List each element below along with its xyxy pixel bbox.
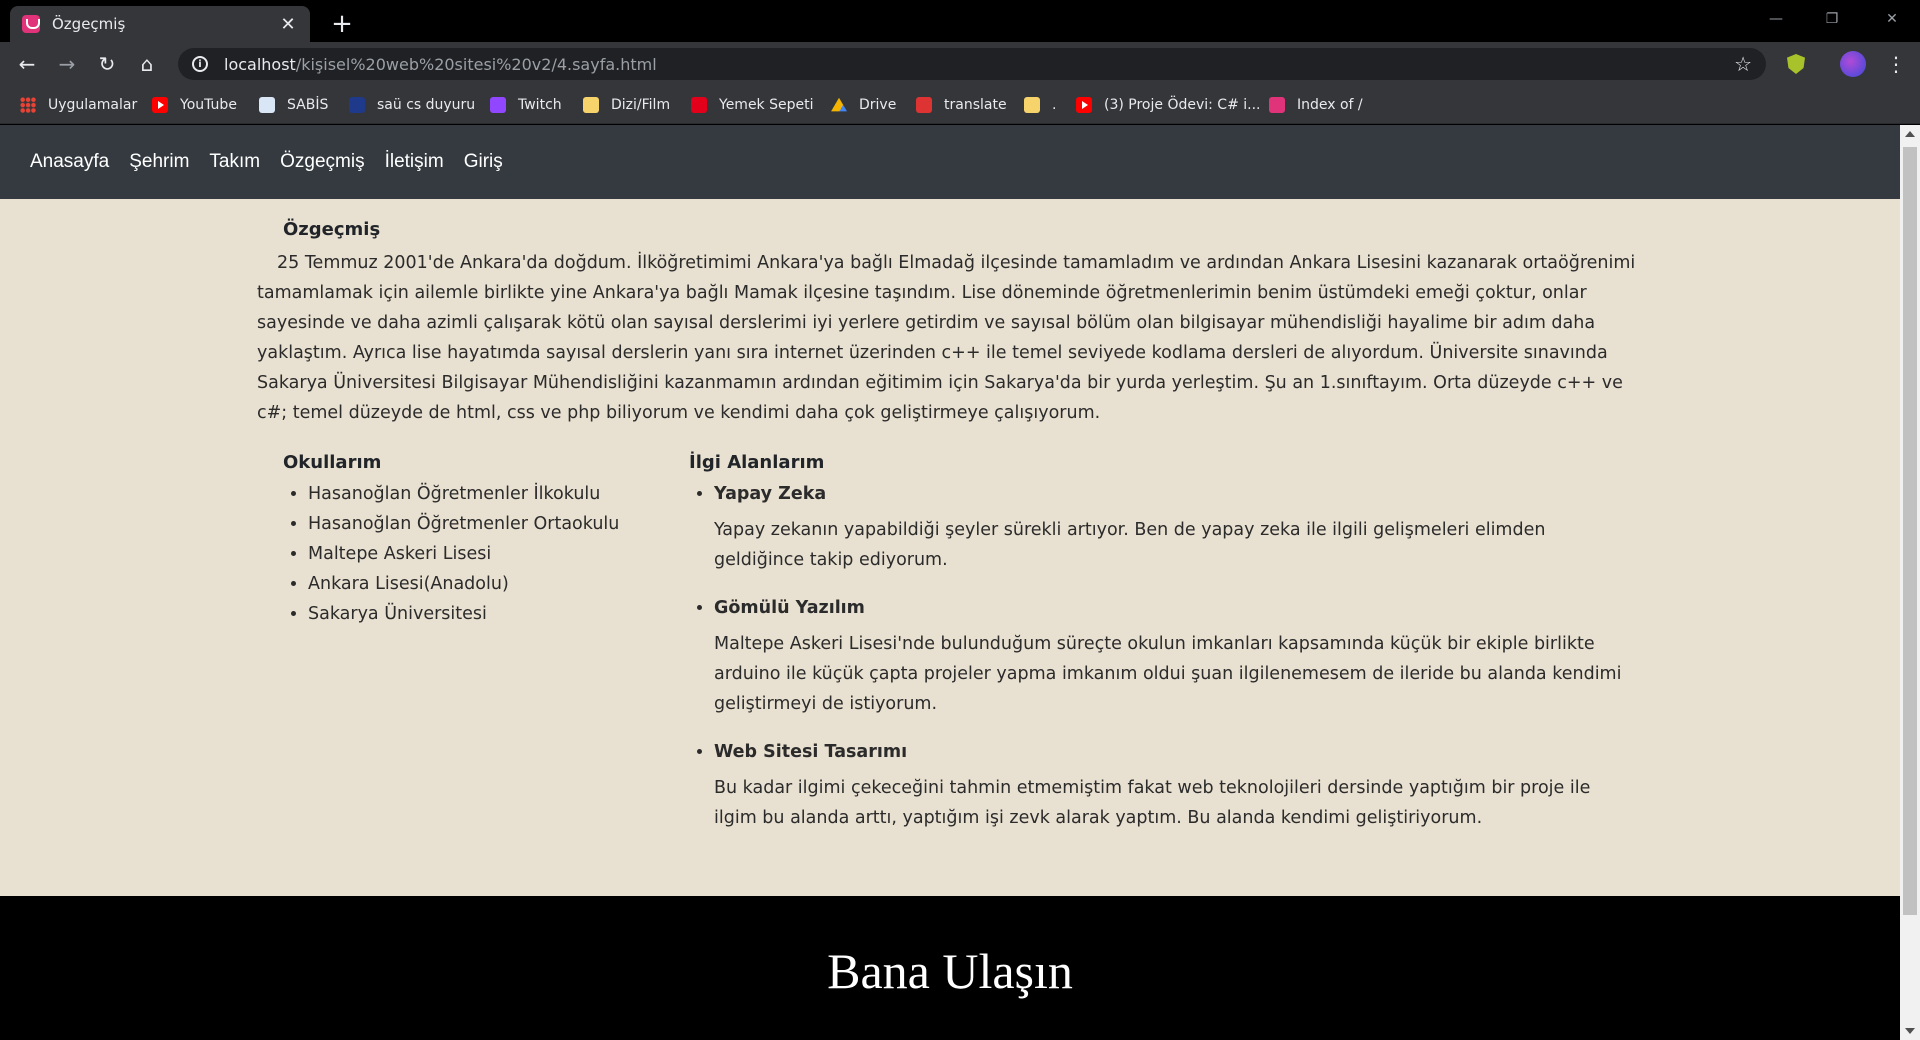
bio-paragraph: 25 Temmuz 2001'de Ankara'da doğdum. İlkö… [257, 253, 1636, 423]
interest-description: Bu kadar ilgimi çekeceğini tahmin etmemi… [714, 778, 1591, 828]
close-tab-icon[interactable]: ✕ [278, 14, 298, 35]
scrollbar-thumb[interactable] [1903, 147, 1917, 915]
folder-icon [1024, 97, 1040, 113]
page-scrollbar[interactable] [1900, 125, 1920, 1040]
interests-list: Yapay Zeka Yapay zekanın yapabildiği şey… [689, 479, 1637, 833]
sau-logo-icon [349, 97, 365, 113]
nav-link-iletisim[interactable]: İletişim [385, 151, 444, 173]
address-bar[interactable]: i localhost/kişisel%20web%20sitesi%20v2/… [178, 48, 1766, 80]
interest-description: Yapay zekanın yapabildiği şeyler sürekli… [714, 520, 1546, 570]
interest-description: Maltepe Askeri Lisesi'nde bulunduğum sür… [714, 634, 1622, 714]
schools-section: Okullarım Hasanoğlan Öğretmenler İlkokul… [257, 452, 689, 851]
home-button[interactable]: ⌂ [132, 49, 162, 79]
browser-toolbar: ← → ↻ ⌂ i localhost/kişisel%20web%20site… [0, 42, 1920, 86]
bookmark-youtube[interactable]: YouTube [152, 94, 237, 116]
restore-button[interactable]: ❐ [1804, 0, 1860, 38]
bookmark-index-of[interactable]: Index of / [1269, 94, 1363, 116]
interest-title: Web Sitesi Tasarımı [714, 742, 908, 762]
apps-grid-icon [20, 97, 36, 113]
twitch-icon [490, 97, 506, 113]
contact-footer: Bana Ulaşın [0, 896, 1900, 1040]
bookmark-sabis[interactable]: SABİS [259, 94, 328, 116]
forward-button[interactable]: → [52, 49, 82, 79]
new-tab-button[interactable]: + [324, 6, 360, 42]
translate-icon [916, 97, 932, 113]
interest-title: Gömülü Yazılım [714, 598, 865, 618]
youtube-icon [1076, 97, 1092, 113]
back-button[interactable]: ← [12, 49, 42, 79]
nav-link-anasayfa[interactable]: Anasayfa [30, 151, 109, 173]
scroll-up-icon[interactable] [1905, 131, 1915, 137]
schools-list: Hasanoğlan Öğretmenler İlkokulu Hasanoğl… [283, 479, 689, 629]
tab-strip: Özgeçmiş ✕ + — ❐ ✕ [0, 0, 1920, 42]
nav-link-ozgecmis[interactable]: Özgeçmiş [280, 151, 364, 173]
folder-icon [583, 97, 599, 113]
profile-avatar[interactable] [1840, 51, 1866, 77]
site-info-icon[interactable]: i [192, 56, 208, 72]
reload-button[interactable]: ↻ [92, 49, 122, 79]
list-item: Hasanoğlan Öğretmenler İlkokulu [308, 479, 689, 509]
extension-shield-icon[interactable] [1787, 54, 1805, 74]
interest-item: Gömülü Yazılım Maltepe Askeri Lisesi'nde… [714, 593, 1637, 719]
interest-title: Yapay Zeka [714, 484, 827, 504]
schools-heading: Okullarım [283, 452, 382, 473]
bio-heading: Özgeçmiş [283, 219, 381, 240]
bookmark-dot-folder[interactable]: . [1024, 94, 1056, 116]
nav-link-giris[interactable]: Giriş [464, 151, 503, 173]
list-item: Sakarya Üniversitesi [308, 599, 689, 629]
index-icon [1269, 97, 1285, 113]
page-viewport: Anasayfa Şehrim Takım Özgeçmiş İletişim … [0, 125, 1900, 1040]
bookmark-uygulamalar[interactable]: Uygulamalar [20, 94, 137, 116]
browser-tab[interactable]: Özgeçmiş ✕ [10, 6, 310, 42]
bookmark-drive[interactable]: Drive [831, 94, 896, 116]
tab-title: Özgeçmiş [52, 15, 126, 33]
document-icon [259, 97, 275, 113]
nav-link-sehrim[interactable]: Şehrim [129, 151, 189, 173]
interests-section: İlgi Alanlarım Yapay Zeka Yapay zekanın … [689, 452, 1647, 851]
interest-item: Web Sitesi Tasarımı Bu kadar ilgimi çeke… [714, 737, 1637, 833]
bookmarks-bar: Uygulamalar YouTube SABİS saü cs duyuru … [0, 86, 1920, 124]
youtube-icon [152, 97, 168, 113]
interest-item: Yapay Zeka Yapay zekanın yapabildiği şey… [714, 479, 1637, 575]
bookmark-proje-odevi[interactable]: (3) Proje Ödevi: C# i... [1076, 94, 1261, 116]
drive-icon [831, 97, 847, 112]
bookmark-translate[interactable]: translate [916, 94, 1007, 116]
main-content: Özgeçmiş 25 Temmuz 2001'de Ankara'da doğ… [257, 219, 1647, 851]
list-item: Ankara Lisesi(Anadolu) [308, 569, 689, 599]
site-navbar: Anasayfa Şehrim Takım Özgeçmiş İletişim … [0, 125, 1900, 199]
bookmark-twitch[interactable]: Twitch [490, 94, 562, 116]
details-columns: Okullarım Hasanoğlan Öğretmenler İlkokul… [257, 452, 1647, 851]
bookmark-dizi-film[interactable]: Dizi/Film [583, 94, 670, 116]
yemeksepeti-icon [691, 97, 707, 113]
close-window-button[interactable]: ✕ [1864, 0, 1920, 38]
browser-menu-icon[interactable]: ⋮ [1886, 50, 1906, 78]
interests-heading: İlgi Alanlarım [689, 452, 825, 473]
list-item: Hasanoğlan Öğretmenler Ortaokulu [308, 509, 689, 539]
page-favicon-icon [22, 15, 40, 33]
url-text: localhost/kişisel%20web%20sitesi%20v2/4.… [224, 54, 657, 74]
bookmark-yemek-sepeti[interactable]: Yemek Sepeti [691, 94, 814, 116]
bookmark-star-icon[interactable]: ☆ [1734, 52, 1752, 76]
minimize-button[interactable]: — [1748, 0, 1804, 38]
scroll-down-icon[interactable] [1905, 1028, 1915, 1034]
contact-heading: Bana Ulaşın [827, 943, 1073, 999]
bookmark-sau-cs[interactable]: saü cs duyuru [349, 94, 475, 116]
nav-link-takim[interactable]: Takım [209, 151, 260, 173]
list-item: Maltepe Askeri Lisesi [308, 539, 689, 569]
